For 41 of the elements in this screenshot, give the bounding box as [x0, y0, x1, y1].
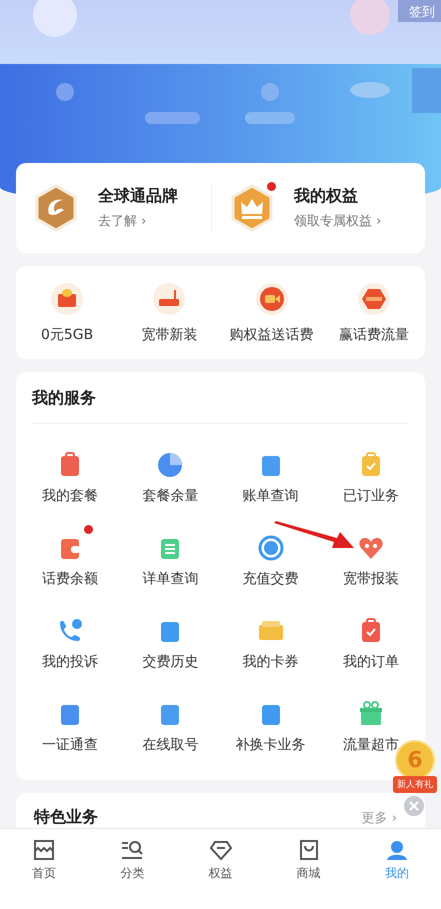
service-label[interactable]: 我的套餐	[42, 486, 98, 504]
close-icon	[409, 801, 419, 811]
service-label[interactable]: 套餐余量	[142, 486, 198, 504]
crown-icon	[230, 184, 274, 232]
router-icon	[152, 282, 186, 316]
promo-label[interactable]: 赢话费流量	[338, 326, 409, 344]
promo-banner[interactable]: 新人有礼	[393, 776, 437, 793]
coupon-icon	[50, 282, 84, 316]
service-label[interactable]: 我的订单	[342, 652, 399, 670]
service-label[interactable]: 我的卡券	[242, 652, 299, 670]
hexagon-badge-icon	[356, 282, 391, 316]
service-label[interactable]: 账单查询	[242, 486, 299, 504]
service-label[interactable]: 我的投诉	[42, 652, 98, 670]
section-title: 特色业务	[34, 806, 98, 828]
list-search-icon	[120, 839, 144, 861]
promo-label[interactable]: 0元5GB	[40, 326, 94, 344]
tab[interactable]: 商城	[264, 839, 353, 882]
person-icon	[384, 839, 409, 861]
tab[interactable]: 分类	[88, 839, 176, 882]
service-label[interactable]: 交费历史	[142, 652, 198, 670]
section-title: 我的服务	[32, 387, 97, 409]
video-camera-icon	[254, 282, 289, 316]
brand-link[interactable]: 领取专属权益 ›	[294, 212, 382, 230]
service-label[interactable]: 补换卡业务	[236, 736, 306, 754]
hexagon-logo-icon	[34, 184, 78, 232]
brand-link[interactable]: 去了解 ›	[98, 212, 178, 230]
service-label[interactable]: 在线取号	[142, 736, 198, 754]
service-label[interactable]: 话费余额	[42, 570, 98, 588]
tab[interactable]: 权益	[176, 839, 265, 882]
promo-label[interactable]: 购权益送话费	[230, 326, 314, 344]
promo-label[interactable]: 宽带新装	[141, 326, 198, 344]
diamond-icon	[208, 839, 232, 861]
service-label[interactable]: 详单查询	[142, 570, 198, 588]
service-label[interactable]: 宽带报装	[342, 570, 399, 588]
brand-title: 我的权益	[294, 186, 359, 207]
service-label[interactable]: 一证通查	[42, 736, 98, 754]
brand-title: 全球通品牌	[98, 186, 178, 207]
pie-chart-icon	[156, 450, 184, 478]
service-label[interactable]: 已订业务	[342, 486, 399, 504]
tab[interactable]: 首页	[0, 839, 88, 882]
service-label[interactable]: 充值交费	[242, 570, 299, 588]
